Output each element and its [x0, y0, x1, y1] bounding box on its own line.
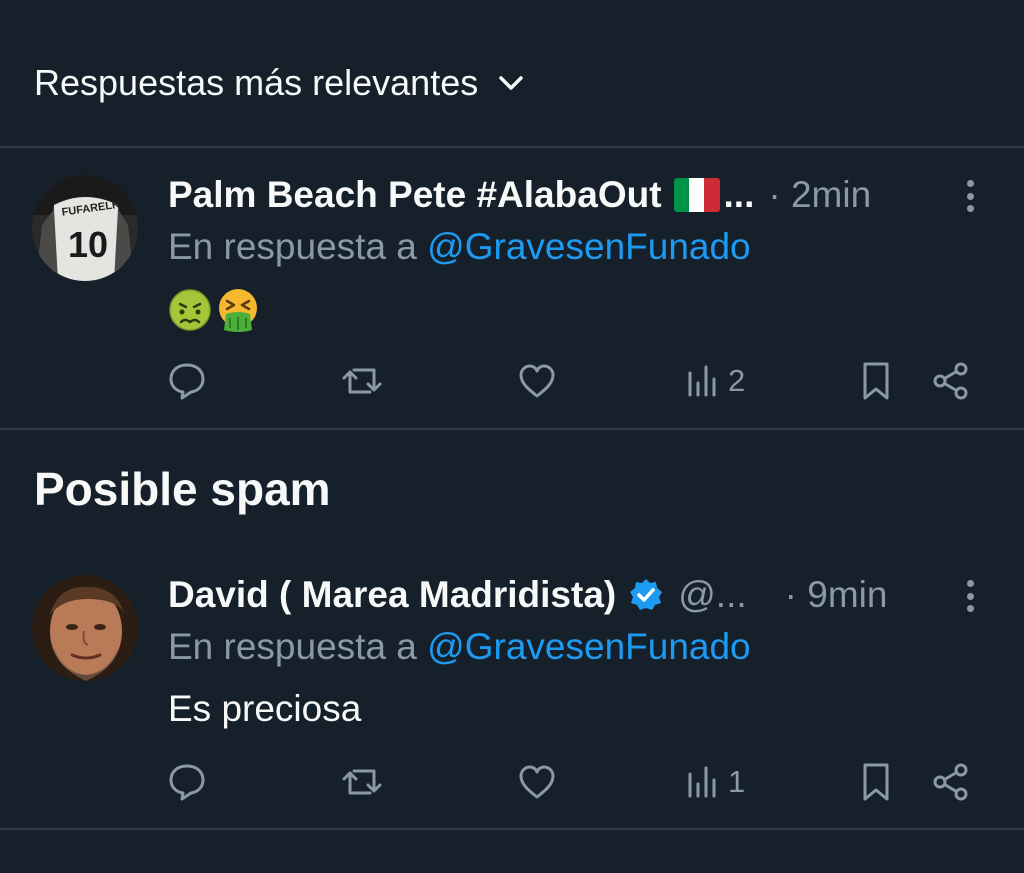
post-actions: 2 — [166, 359, 986, 403]
views-icon — [688, 365, 716, 397]
post-text: Es preciosa — [168, 688, 362, 729]
comment-icon — [169, 764, 205, 801]
display-name[interactable]: David ( Marea Madridista) — [168, 574, 616, 616]
reply-post[interactable]: FUFARELK 10 Palm Beach Pete #AlabaOut ..… — [0, 148, 1024, 428]
repost-button[interactable] — [340, 760, 384, 804]
share-icon — [933, 763, 968, 801]
chevron-down-icon — [499, 76, 523, 90]
bookmark-button[interactable] — [858, 760, 894, 804]
bookmark-icon — [863, 362, 889, 400]
heart-icon — [519, 765, 555, 799]
reply-prefix: En respuesta a — [168, 226, 417, 267]
avatar-image — [32, 575, 138, 681]
post-emojis — [168, 287, 264, 333]
repost-icon — [342, 368, 382, 394]
views-button[interactable]: 2 — [686, 359, 745, 403]
display-name[interactable]: Palm Beach Pete #AlabaOut — [168, 174, 662, 216]
reply-prefix: En respuesta a — [168, 626, 417, 667]
views-count: 1 — [728, 764, 746, 799]
more-options-icon[interactable] — [956, 174, 984, 218]
share-button[interactable] — [930, 359, 972, 403]
views-icon — [688, 766, 716, 798]
bookmark-icon — [863, 763, 889, 801]
reply-context: En respuesta a @GravesenFunado — [168, 626, 751, 668]
divider — [0, 828, 1024, 830]
share-icon — [933, 362, 968, 400]
reply-mention-link[interactable]: @GravesenFunado — [427, 226, 750, 267]
face-vomiting-icon — [219, 289, 257, 333]
reply-post[interactable]: David ( Marea Madridista) @... · 9min En… — [0, 548, 1024, 828]
share-button[interactable] — [930, 760, 972, 804]
like-button[interactable] — [516, 359, 558, 403]
post-time[interactable]: · 9min — [785, 574, 888, 616]
comment-icon — [169, 363, 205, 400]
divider — [0, 428, 1024, 430]
nauseated-face-icon — [169, 289, 211, 331]
post-header: David ( Marea Madridista) @... · 9min — [168, 570, 928, 620]
more-options-icon[interactable] — [956, 574, 984, 618]
bookmark-button[interactable] — [858, 359, 894, 403]
section-title: Posible spam — [34, 463, 331, 515]
heart-icon — [519, 364, 555, 398]
avatar[interactable] — [32, 575, 138, 681]
like-button[interactable] — [516, 760, 558, 804]
sort-dropdown[interactable]: Respuestas más relevantes — [34, 58, 524, 108]
avatar-jersey-number: 10 — [68, 224, 108, 265]
post-actions: 1 — [166, 760, 986, 804]
sort-label: Respuestas más relevantes — [34, 62, 479, 103]
post-header: Palm Beach Pete #AlabaOut ... · 2min — [168, 170, 871, 220]
post-time[interactable]: · 2min — [768, 174, 871, 216]
repost-icon — [342, 769, 382, 795]
reply-mention-link[interactable]: @GravesenFunado — [427, 626, 750, 667]
avatar[interactable]: FUFARELK 10 — [32, 175, 138, 281]
views-count: 2 — [728, 363, 746, 398]
name-ellipsis: ... — [723, 174, 755, 215]
reply-button[interactable] — [166, 760, 208, 804]
reply-button[interactable] — [166, 359, 208, 403]
italy-flag-icon — [673, 178, 720, 212]
verified-badge-icon — [630, 579, 663, 610]
avatar-image: FUFARELK 10 — [32, 175, 138, 281]
repost-button[interactable] — [340, 359, 384, 403]
views-button[interactable]: 1 — [686, 760, 745, 804]
reply-context: En respuesta a @GravesenFunado — [168, 226, 751, 268]
user-handle[interactable]: @... — [678, 574, 746, 616]
